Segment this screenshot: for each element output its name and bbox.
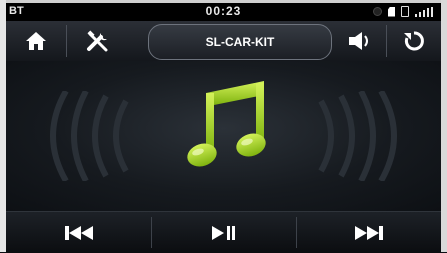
skip-previous-icon [64, 225, 93, 240]
play-pause-icon [212, 225, 235, 240]
decorative-waves-right [318, 91, 397, 181]
play-pause-button[interactable] [152, 212, 296, 253]
return-icon [404, 31, 424, 51]
tools-icon [87, 30, 108, 52]
previous-track-button[interactable] [6, 212, 151, 253]
home-button[interactable] [6, 21, 66, 61]
indicator-dot-icon [373, 7, 382, 16]
sd-card-icon [388, 6, 395, 17]
page-title: SL-CAR-KIT [148, 24, 332, 60]
back-button[interactable] [387, 21, 441, 61]
usb-icon [401, 6, 409, 17]
skip-next-icon [355, 225, 383, 240]
home-icon [26, 32, 46, 50]
bezel-right [441, 0, 447, 252]
status-icons [373, 6, 435, 17]
decorative-waves-left [50, 91, 129, 181]
volume-button[interactable] [336, 21, 384, 61]
settings-button[interactable] [67, 21, 129, 61]
playback-controls [6, 211, 441, 253]
now-playing-area [6, 61, 441, 211]
status-bar: BT 00:23 [6, 3, 441, 21]
speaker-icon [349, 32, 368, 50]
music-note-icon [187, 81, 266, 167]
top-navigation: SL-CAR-KIT [6, 21, 441, 62]
signal-strength-icon [415, 6, 435, 17]
next-track-button[interactable] [297, 212, 441, 253]
